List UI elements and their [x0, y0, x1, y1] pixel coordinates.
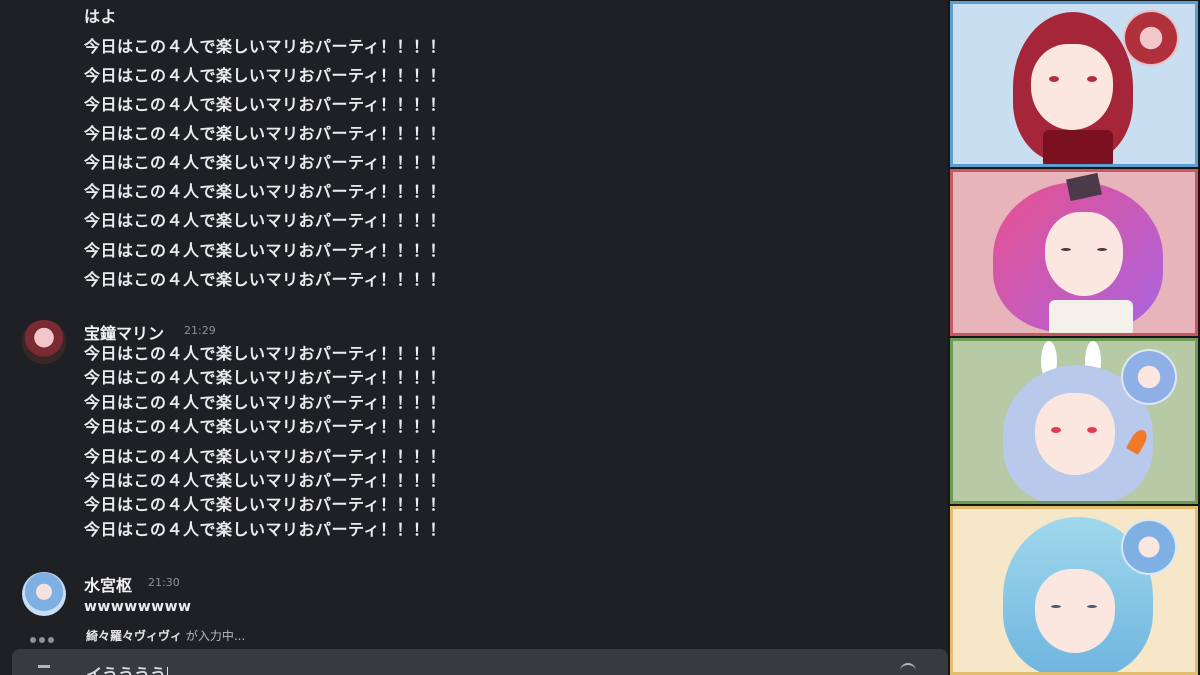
webcam-panel — [948, 0, 1200, 675]
eye-shape — [1087, 76, 1097, 82]
face-shape — [1045, 212, 1123, 296]
message-line: 今日はこの４人で楽しいマリおパーティ！！！！ — [84, 344, 447, 363]
typing-dots-icon — [30, 628, 60, 643]
avatar-suisei[interactable] — [22, 572, 66, 616]
face-shape — [1035, 393, 1115, 475]
message-line: 今日はこの４人で楽しいマリおパーティ！！！！ — [84, 241, 447, 260]
eye-shape — [1061, 248, 1071, 251]
typing-indicator: 綺々羅々ヴィヴィ が入力中... — [86, 627, 245, 644]
message-line: 今日はこの４人で楽しいマリおパーティ！！！！ — [84, 447, 447, 466]
webcam-tile-vivi — [950, 169, 1198, 336]
message-line: 今日はこの４人で楽しいマリおパーティ！！！！ — [84, 393, 447, 412]
message-line: 今日はこの４人で楽しいマリおパーティ！！！！ — [84, 124, 447, 143]
message-line: 今日はこの４人で楽しいマリおパーティ！！！！ — [84, 270, 447, 289]
message-line: 今日はこの４人で楽しいマリおパーティ！！！！ — [84, 471, 447, 490]
message-timestamp: 21:29 — [184, 324, 216, 337]
message-line: 今日はこの４人で楽しいマリおパーティ！！！！ — [84, 495, 447, 514]
message-line: はよ — [84, 7, 118, 26]
eye-shape — [1097, 248, 1107, 251]
message-input[interactable]: イうううう — [86, 661, 169, 675]
typing-suffix: が入力中... — [182, 629, 246, 643]
face-shape — [1035, 569, 1115, 653]
costume-shape — [1043, 130, 1113, 164]
message-timestamp: 21:30 — [148, 576, 180, 589]
eye-shape — [1051, 605, 1061, 608]
message-line: 今日はこの４人で楽しいマリおパーティ！！！！ — [84, 95, 447, 114]
avatar-marine[interactable] — [22, 320, 66, 364]
message-input-value: イうううう — [86, 665, 167, 675]
webcam-tile-marine — [950, 1, 1198, 167]
profile-badge — [1123, 10, 1179, 66]
message-line: 今日はこの４人で楽しいマリおパーティ！！！！ — [84, 520, 447, 539]
text-caret — [167, 666, 169, 675]
eye-shape — [1049, 76, 1059, 82]
costume-shape — [1049, 300, 1133, 333]
typing-user: 綺々羅々ヴィヴィ — [86, 629, 183, 643]
message-line: 今日はこの４人で楽しいマリおパーティ！！！！ — [84, 368, 447, 387]
message-line: 今日はこの４人で楽しいマリおパーティ！！！！ — [84, 153, 447, 172]
eye-shape — [1087, 427, 1097, 433]
message-line: 今日はこの４人で楽しいマリおパーティ！！！！ — [84, 417, 447, 436]
message-line: wwwwwwww — [84, 599, 192, 615]
message-line: 今日はこの４人で楽しいマリおパーティ！！！！ — [84, 66, 447, 85]
attach-plus-icon[interactable] — [38, 665, 50, 668]
message-line: 今日はこの４人で楽しいマリおパーティ！！！！ — [84, 211, 447, 230]
message-author[interactable]: 水宮枢 — [84, 572, 132, 596]
emoji-icon[interactable] — [900, 663, 916, 673]
message-line: 今日はこの４人で楽しいマリおパーティ！！！！ — [84, 182, 447, 201]
face-shape — [1031, 44, 1113, 130]
profile-badge — [1121, 349, 1177, 405]
webcam-tile-suisei — [950, 506, 1198, 675]
webcam-tile-pekora — [950, 338, 1198, 504]
message-author[interactable]: 宝鐘マリン — [84, 320, 164, 344]
profile-badge — [1121, 519, 1177, 575]
message-line: 今日はこの４人で楽しいマリおパーティ！！！！ — [84, 37, 447, 56]
chat-pane: はよ 今日はこの４人で楽しいマリおパーティ！！！！ 今日はこの４人で楽しいマリお… — [0, 0, 948, 675]
eye-shape — [1087, 605, 1097, 608]
eye-shape — [1051, 427, 1061, 433]
message-input-bar[interactable]: イうううう — [12, 649, 948, 675]
